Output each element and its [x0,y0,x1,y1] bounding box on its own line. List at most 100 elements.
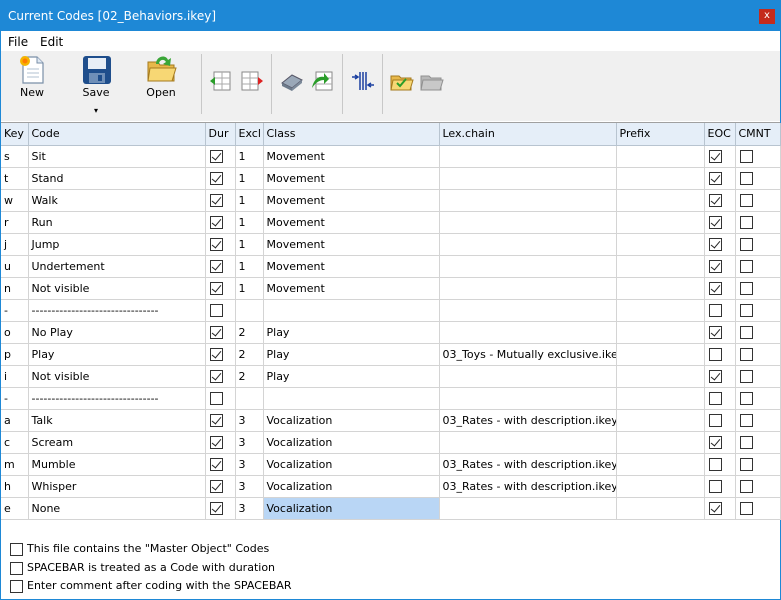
dur-checkbox[interactable] [209,457,223,471]
eoc-checkbox[interactable] [708,479,722,493]
prefix-cell[interactable] [616,233,705,256]
lex-chain-cell[interactable] [439,189,617,212]
prefix-cell[interactable] [616,211,705,234]
dur-checkbox[interactable] [209,501,223,515]
eoc-checkbox[interactable] [708,237,722,251]
code-cell[interactable]: Not visible [28,277,206,300]
dur-checkbox[interactable] [209,171,223,185]
lex-chain-cell[interactable] [439,387,617,410]
cmnt-checkbox[interactable] [739,413,753,427]
table-row[interactable]: i Not visible 2 Play [1,365,781,388]
eoc-checkbox[interactable] [708,501,722,515]
key-cell[interactable]: i [1,365,29,388]
excl-cell[interactable]: 1 [235,145,264,168]
column-header-cmnt[interactable]: CMNT [735,123,781,146]
class-cell[interactable]: Play [263,321,440,344]
class-cell[interactable]: Movement [263,189,440,212]
column-header-dur[interactable]: Dur [205,123,236,146]
code-cell[interactable]: Talk [28,409,206,432]
spacebar-duration-option[interactable]: SPACEBAR is treated as a Code with durat… [10,561,275,575]
excl-cell[interactable] [235,299,264,322]
new-button[interactable]: New [3,51,61,121]
class-cell[interactable] [263,299,440,322]
import-table-icon[interactable] [310,68,336,94]
eoc-checkbox[interactable] [708,281,722,295]
lex-chain-cell[interactable] [439,255,617,278]
prefix-cell[interactable] [616,277,705,300]
save-button[interactable]: Save ▾ [67,51,125,121]
comment-after-coding-checkbox[interactable] [10,579,23,593]
eoc-checkbox[interactable] [708,347,722,361]
prefix-cell[interactable] [616,453,705,476]
cmnt-checkbox[interactable] [739,303,753,317]
class-cell[interactable]: Vocalization [263,453,440,476]
prefix-cell[interactable] [616,255,705,278]
column-header-eoc[interactable]: EOC [704,123,736,146]
lex-chain-cell[interactable]: 03_Rates - with description.ikey [439,453,617,476]
code-cell[interactable]: -------------------------------- [28,299,206,322]
prefix-cell[interactable] [616,299,705,322]
cmnt-checkbox[interactable] [739,479,753,493]
class-cell[interactable]: Movement [263,277,440,300]
cmnt-checkbox[interactable] [739,171,753,185]
key-cell[interactable]: - [1,387,29,410]
dur-checkbox[interactable] [209,215,223,229]
key-cell[interactable]: e [1,497,29,520]
prefix-cell[interactable] [616,387,705,410]
comment-after-coding-option[interactable]: Enter comment after coding with the SPAC… [10,579,292,593]
excl-cell[interactable]: 3 [235,497,264,520]
key-cell[interactable]: p [1,343,29,366]
lex-chain-cell[interactable] [439,299,617,322]
code-cell[interactable]: Stand [28,167,206,190]
eoc-checkbox[interactable] [708,215,722,229]
dur-checkbox[interactable] [209,479,223,493]
lex-chain-cell[interactable] [439,145,617,168]
dur-checkbox[interactable] [209,303,223,317]
key-cell[interactable]: j [1,233,29,256]
table-row[interactable]: p Play 2 Play 03_Toys - Mutually exclusive.i… [1,343,781,366]
eoc-checkbox[interactable] [708,369,722,383]
key-cell[interactable]: m [1,453,29,476]
class-cell[interactable]: Movement [263,233,440,256]
key-cell[interactable]: u [1,255,29,278]
prefix-cell[interactable] [616,145,705,168]
table-row[interactable]: a Talk 3 Vocalization 03_Rates - with descri… [1,409,781,432]
prefix-cell[interactable] [616,189,705,212]
prefix-cell[interactable] [616,321,705,344]
eoc-checkbox[interactable] [708,457,722,471]
eoc-checkbox[interactable] [708,435,722,449]
excl-cell[interactable]: 1 [235,255,264,278]
split-columns-icon[interactable] [350,68,376,94]
column-header-prefix[interactable]: Prefix [616,123,705,146]
cmnt-checkbox[interactable] [739,325,753,339]
class-cell[interactable]: Vocalization [263,431,440,454]
prefix-cell[interactable] [616,365,705,388]
class-cell[interactable]: Vocalization [263,409,440,432]
excl-cell[interactable]: 3 [235,475,264,498]
table-row[interactable]: r Run 1 Movement [1,211,781,234]
class-cell[interactable]: Play [263,365,440,388]
table-row[interactable]: - -------------------------------- [1,387,781,410]
code-cell[interactable]: Sit [28,145,206,168]
code-cell[interactable]: Undertement [28,255,206,278]
cmnt-checkbox[interactable] [739,435,753,449]
cmnt-checkbox[interactable] [739,457,753,471]
eoc-checkbox[interactable] [708,325,722,339]
class-cell[interactable]: Movement [263,145,440,168]
excl-cell[interactable]: 1 [235,233,264,256]
prefix-cell[interactable] [616,167,705,190]
key-cell[interactable]: h [1,475,29,498]
eoc-checkbox[interactable] [708,413,722,427]
move-right-icon[interactable] [239,68,265,94]
excl-cell[interactable]: 2 [235,343,264,366]
dur-checkbox[interactable] [209,413,223,427]
eoc-checkbox[interactable] [708,149,722,163]
lex-chain-cell[interactable] [439,211,617,234]
lex-chain-cell[interactable]: 03_Rates - with description.ikey [439,409,617,432]
column-header-lex-chain[interactable]: Lex.chain [439,123,617,146]
key-cell[interactable]: t [1,167,29,190]
master-object-option[interactable]: This file contains the "Master Object" C… [10,542,269,556]
folder-check-icon[interactable] [389,68,415,94]
save-dropdown-arrow[interactable]: ▾ [67,106,125,115]
cmnt-checkbox[interactable] [739,193,753,207]
